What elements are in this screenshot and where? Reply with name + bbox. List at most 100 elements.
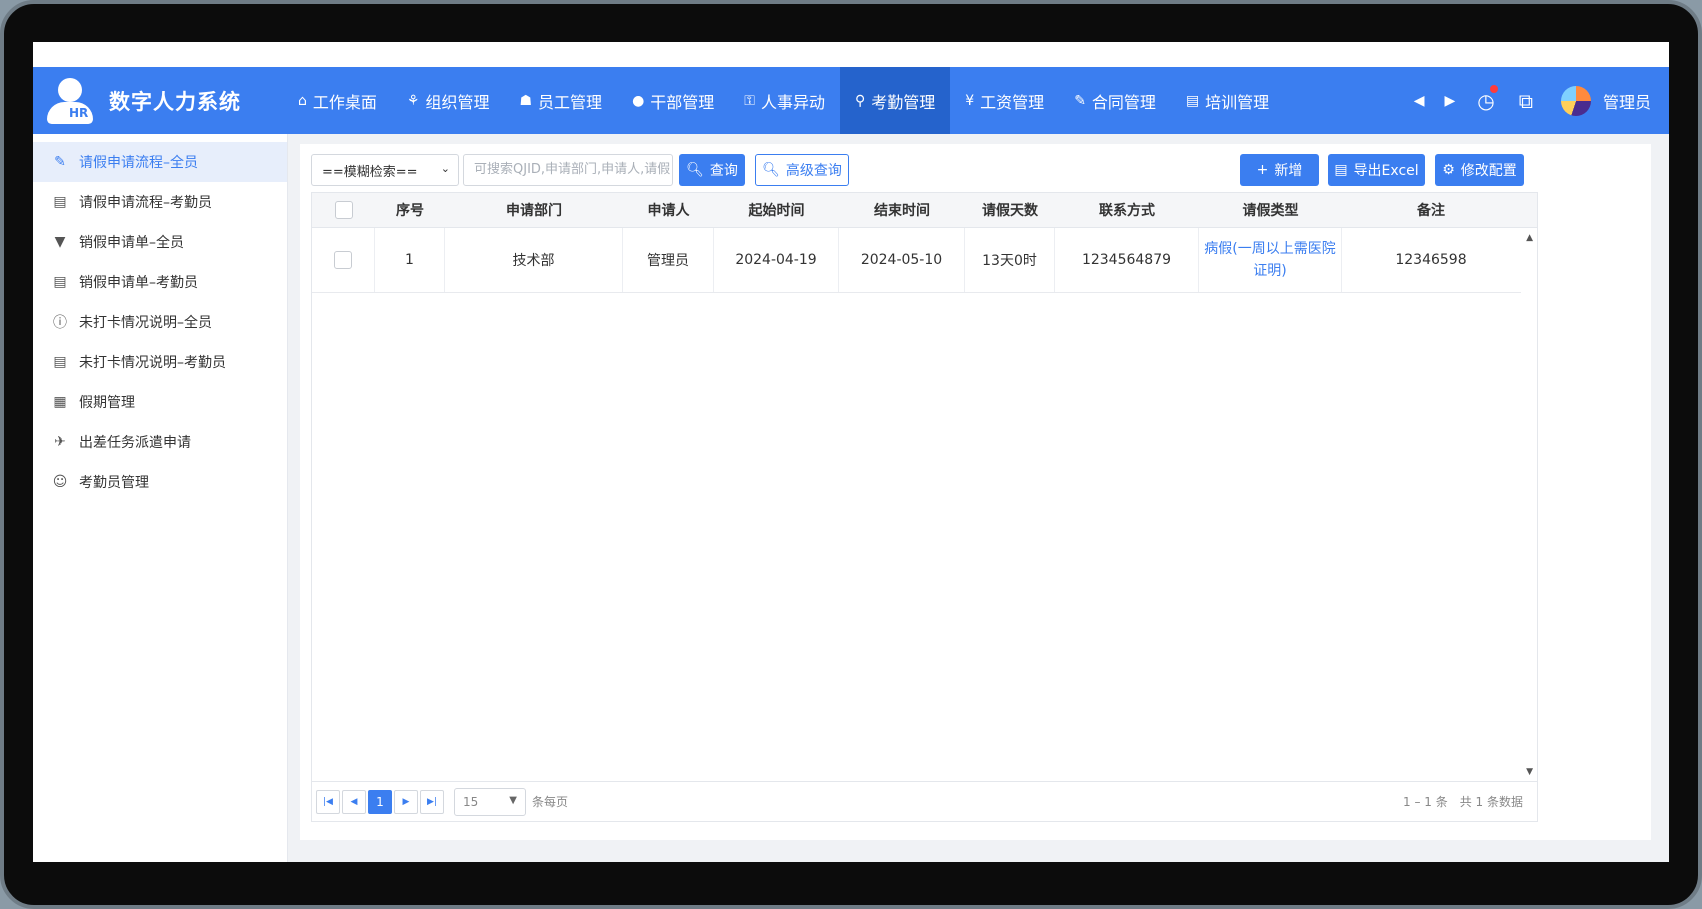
next-page-icon[interactable]: ▶ <box>394 789 418 814</box>
sidebar-item-clerk-management[interactable]: ☺ 考勤员管理 <box>33 462 287 502</box>
sidebar-item-label: 未打卡情况说明–考勤员 <box>79 355 226 371</box>
list-icon: ▤ <box>1185 92 1200 109</box>
sidebar-item-holidays[interactable]: ▦ 假期管理 <box>33 382 287 422</box>
nav-item-cadres[interactable]: ● 干部管理 <box>617 67 729 134</box>
page-number[interactable]: 1 <box>368 789 392 814</box>
app-title: 数字人力系统 <box>109 89 241 114</box>
list-panel: ==模糊检索== ⌄ 可搜索QJID,申请部门,申请人,请假 🔍︎ 查询 🔍︎ 高级… <box>300 144 1651 840</box>
nav-item-employees[interactable]: ☗ 员工管理 <box>504 67 617 134</box>
sidebar-item-cancel-leave-clerk[interactable]: ▤ 销假申请单–考勤员 <box>33 262 287 302</box>
main-content: ==模糊检索== ⌄ 可搜索QJID,申请部门,申请人,请假 🔍︎ 查询 🔍︎ 高级… <box>288 134 1669 862</box>
add-button[interactable]: + 新增 <box>1240 154 1319 186</box>
first-page-icon[interactable]: |◀ <box>316 789 340 814</box>
page-size-select[interactable]: 15 ▼ <box>454 787 526 816</box>
nav-item-attendance[interactable]: ⚲ 考勤管理 <box>839 67 951 134</box>
toolbar: ==模糊检索== ⌄ 可搜索QJID,申请部门,申请人,请假 🔍︎ 查询 🔍︎ 高级… <box>311 154 1641 188</box>
gear-icon: ⚙ <box>1442 162 1455 178</box>
sidebar-item-missed-punch-all[interactable]: ⓘ 未打卡情况说明–全员 <box>33 302 287 342</box>
sidebar-item-business-trip[interactable]: ✈ 出差任务派遣申请 <box>33 422 287 462</box>
query-label: 查询 <box>709 163 738 179</box>
chevron-down-icon: ⌄ <box>440 162 450 175</box>
sidebar-item-leave-clerk[interactable]: ▤ 请假申请流程–考勤员 <box>33 182 287 222</box>
nav-item-contracts[interactable]: ✎ 合同管理 <box>1059 67 1171 134</box>
select-value: ==模糊检索== <box>322 164 418 180</box>
cell-applicant: 管理员 <box>623 228 714 292</box>
column-header[interactable]: 备注 <box>1342 193 1520 227</box>
query-button[interactable]: 🔍︎ 查询 <box>679 154 745 186</box>
nav-item-organization[interactable]: ⚘ 组织管理 <box>392 67 505 134</box>
sidebar-item-label: 销假申请单–全员 <box>79 235 184 251</box>
brand: HR 数字人力系统 <box>33 76 283 126</box>
table-row[interactable]: 1 技术部 管理员 2024-04-19 2024-05-10 13天0时 12… <box>312 228 1521 293</box>
cell-start-time: 2024-04-19 <box>714 228 839 292</box>
filter-icon: ▼ <box>54 234 66 250</box>
column-header[interactable]: 申请人 <box>623 193 714 227</box>
cell-leave-type: 病假(一周以上需医院证明) <box>1199 228 1342 292</box>
user-name[interactable]: 管理员 <box>1603 89 1651 113</box>
nav-item-salary[interactable]: ¥ 工资管理 <box>950 67 1059 134</box>
cell-department: 技术部 <box>445 228 623 292</box>
last-page-icon[interactable]: ▶| <box>420 789 444 814</box>
sidebar-item-label: 请假申请流程–全员 <box>79 155 198 171</box>
sidebar-item-cancel-leave-all[interactable]: ▼ 销假申请单–全员 <box>33 222 287 262</box>
nav-scroll-right-icon[interactable]: ▶ <box>1444 93 1455 109</box>
add-label: 新增 <box>1274 163 1303 179</box>
cell-leave-days: 13天0时 <box>965 228 1055 292</box>
nav-item-training[interactable]: ▤ 培训管理 <box>1171 67 1284 134</box>
column-header[interactable]: 申请部门 <box>445 193 623 227</box>
config-button[interactable]: ⚙ 修改配置 <box>1435 154 1524 186</box>
column-header[interactable]: 请假类型 <box>1199 193 1342 227</box>
column-header[interactable]: 联系方式 <box>1055 193 1199 227</box>
sidebar-item-label: 未打卡情况说明–全员 <box>79 315 212 331</box>
sidebar: ✎ 请假申请流程–全员 ▤ 请假申请流程–考勤员 ▼ 销假申请单–全员 ▤ 销假申请单–… <box>33 134 288 862</box>
scroll-up-icon[interactable]: ▲ <box>1526 233 1533 243</box>
pagination: |◀ ◀ 1 ▶ ▶| 15 ▼ 条每页 1 – 1 条 共 1 条数据 <box>311 782 1538 822</box>
search-mode-select[interactable]: ==模糊检索== ⌄ <box>311 154 459 186</box>
advanced-query-button[interactable]: 🔍︎ 高级查询 <box>755 154 849 186</box>
clock-icon[interactable]: ◷ <box>1477 84 1498 113</box>
export-label: 导出Excel <box>1353 163 1419 179</box>
sidebar-item-missed-punch-clerk[interactable]: ▤ 未打卡情况说明–考勤员 <box>33 342 287 382</box>
main-nav: ⌂ 工作桌面 ⚘ 组织管理 ☗ 员工管理 ● 干部管理 ⚿ 人事异动 ⚲ 考勤管理 ¥ 工资管… <box>283 67 1284 134</box>
config-label: 修改配置 <box>1460 163 1517 179</box>
row-checkbox[interactable] <box>334 251 352 269</box>
sidebar-item-label: 销假申请单–考勤员 <box>79 275 198 291</box>
avatar[interactable] <box>1560 85 1591 116</box>
search-input[interactable]: 可搜索QJID,申请部门,申请人,请假 <box>463 154 673 186</box>
select-all-checkbox[interactable] <box>334 201 353 219</box>
total-text: 共 1 条数据 <box>1459 795 1523 809</box>
nav-label: 合同管理 <box>1091 92 1156 112</box>
sidebar-item-label: 假期管理 <box>79 395 135 411</box>
info-icon: ⓘ <box>53 315 67 331</box>
scroll-down-icon[interactable]: ▼ <box>1526 767 1533 777</box>
app-window: HR 数字人力系统 ⌂ 工作桌面 ⚘ 组织管理 ☗ 员工管理 ● 干部管理 ⚿ 人事异动 … <box>33 42 1669 862</box>
column-header[interactable]: 起始时间 <box>714 193 839 227</box>
screen-switch-icon[interactable]: ⧉ <box>1519 89 1533 113</box>
prev-page-icon[interactable]: ◀ <box>342 789 366 814</box>
select-all-cell <box>312 193 375 227</box>
sidebar-item-leave-all[interactable]: ✎ 请假申请流程–全员 <box>33 142 287 182</box>
nav-label: 组织管理 <box>425 92 490 112</box>
column-header[interactable]: 序号 <box>375 193 445 227</box>
org-chart-icon: ⚘ <box>406 92 420 109</box>
user-icon: ● <box>632 92 645 109</box>
home-icon: ⌂ <box>298 92 307 109</box>
column-header[interactable]: 请假天数 <box>965 193 1055 227</box>
plane-icon: ✈ <box>54 434 66 450</box>
nav-scroll-left-icon[interactable]: ◀ <box>1414 93 1425 109</box>
export-excel-button[interactable]: ▤ 导出Excel <box>1328 154 1425 186</box>
plus-icon: + <box>1256 162 1269 178</box>
nav-item-workbench[interactable]: ⌂ 工作桌面 <box>283 67 392 134</box>
edit-icon: ✎ <box>54 154 66 170</box>
page-size-value: 15 <box>463 794 479 809</box>
edit-icon: ✎ <box>1074 92 1086 109</box>
header-tools: ◀ ▶ ◷ ⧉ 管理员 <box>1404 67 1669 134</box>
column-header[interactable]: 结束时间 <box>839 193 965 227</box>
nav-label: 干部管理 <box>650 92 715 112</box>
leave-type-link[interactable]: 病假(一周以上需医院证明) <box>1203 238 1337 282</box>
nav-label: 员工管理 <box>538 92 603 112</box>
nav-label: 考勤管理 <box>871 92 936 112</box>
nav-item-personnel-changes[interactable]: ⚿ 人事异动 <box>729 67 840 134</box>
row-select-cell <box>312 228 375 292</box>
calendar-icon: ▦ <box>53 394 67 410</box>
